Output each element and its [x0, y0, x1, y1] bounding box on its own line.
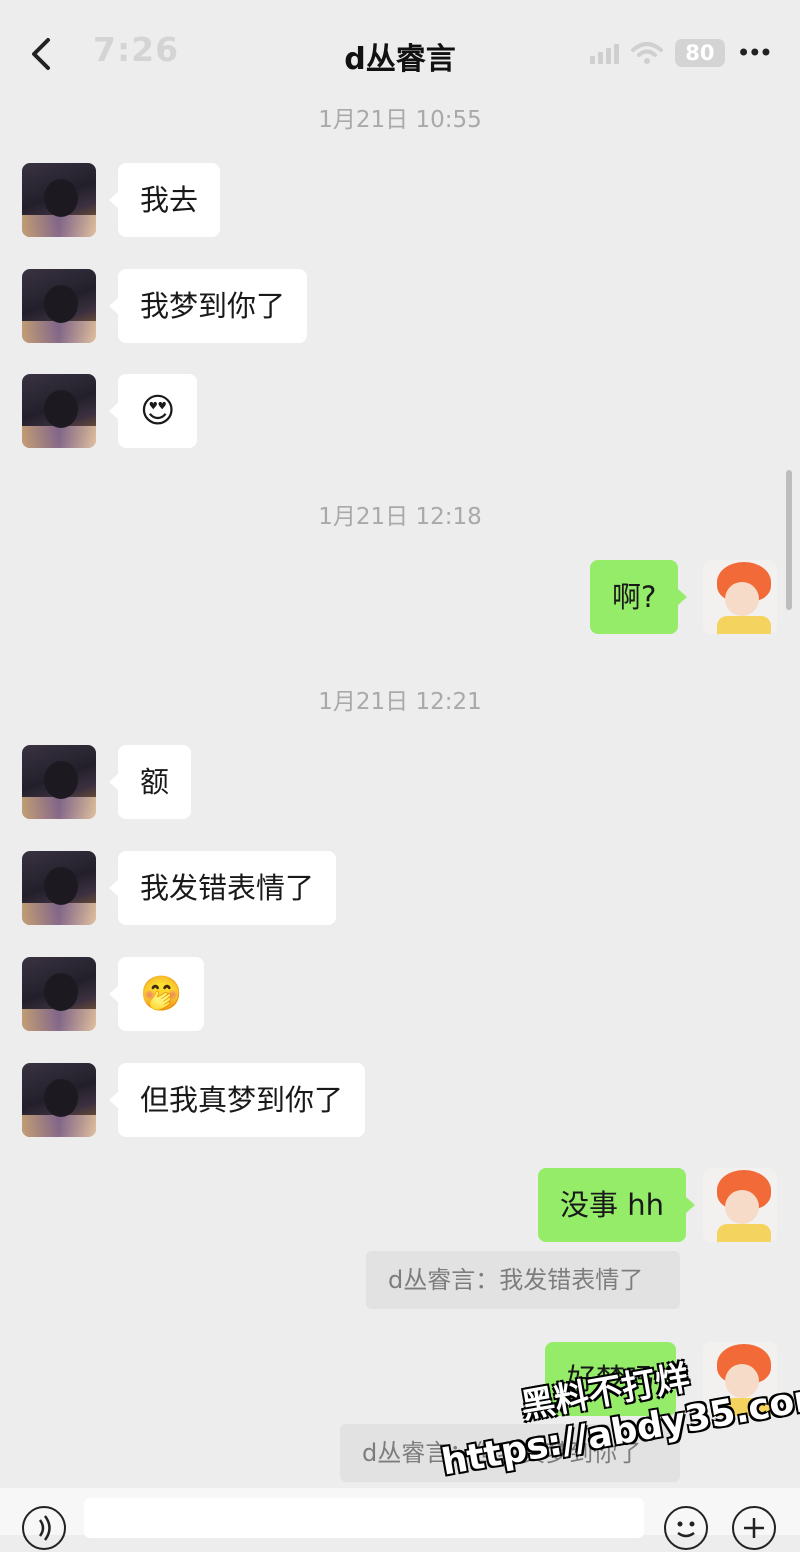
contact-avatar[interactable] — [22, 374, 96, 448]
signal-icon — [590, 42, 620, 64]
input-bar — [0, 1488, 800, 1550]
received-message[interactable]: 我梦到你了 — [108, 269, 308, 343]
received-message[interactable]: 我发错表情了 — [108, 851, 337, 925]
smile-icon — [677, 1521, 695, 1538]
quoted-message[interactable]: d丛睿言：我发错表情了 — [366, 1251, 680, 1309]
plus-icon — [744, 1518, 764, 1538]
more-functions-button[interactable] — [732, 1506, 776, 1550]
received-message[interactable]: 但我真梦到你了 — [108, 1063, 366, 1137]
wifi-icon — [631, 42, 664, 64]
contact-avatar[interactable] — [22, 851, 96, 925]
received-message[interactable]: 我去 — [108, 163, 221, 237]
battery-indicator: 80 — [675, 39, 725, 67]
my-avatar[interactable] — [703, 560, 777, 634]
emoji-button[interactable] — [664, 1506, 708, 1550]
sent-message[interactable]: 没事 hh — [538, 1168, 695, 1242]
voice-input-button[interactable] — [22, 1506, 66, 1550]
contact-avatar[interactable] — [22, 163, 96, 237]
sent-message[interactable]: 啊? — [590, 560, 688, 634]
timestamp: 1月21日 10:55 — [318, 107, 482, 133]
my-avatar[interactable] — [703, 1168, 777, 1242]
more-options-button[interactable]: ••• — [737, 39, 774, 67]
contact-avatar[interactable] — [22, 745, 96, 819]
contact-avatar[interactable] — [22, 957, 96, 1031]
received-message[interactable]: 额 — [108, 745, 192, 819]
timestamp: 1月21日 12:18 — [318, 504, 482, 530]
chat-header: 7:26 d丛睿言 80 ••• — [0, 0, 800, 104]
voice-icon — [38, 1515, 51, 1541]
message-input[interactable] — [84, 1498, 644, 1538]
status-indicators: 80 ••• — [590, 38, 774, 68]
timestamp: 1月21日 12:21 — [318, 689, 482, 715]
contact-avatar[interactable] — [22, 269, 96, 343]
received-emoji-message[interactable]: 🤭 — [108, 957, 205, 1031]
received-emoji-message[interactable]: 😍 — [108, 374, 198, 448]
contact-avatar[interactable] — [22, 1063, 96, 1137]
scrollbar[interactable] — [786, 470, 792, 610]
